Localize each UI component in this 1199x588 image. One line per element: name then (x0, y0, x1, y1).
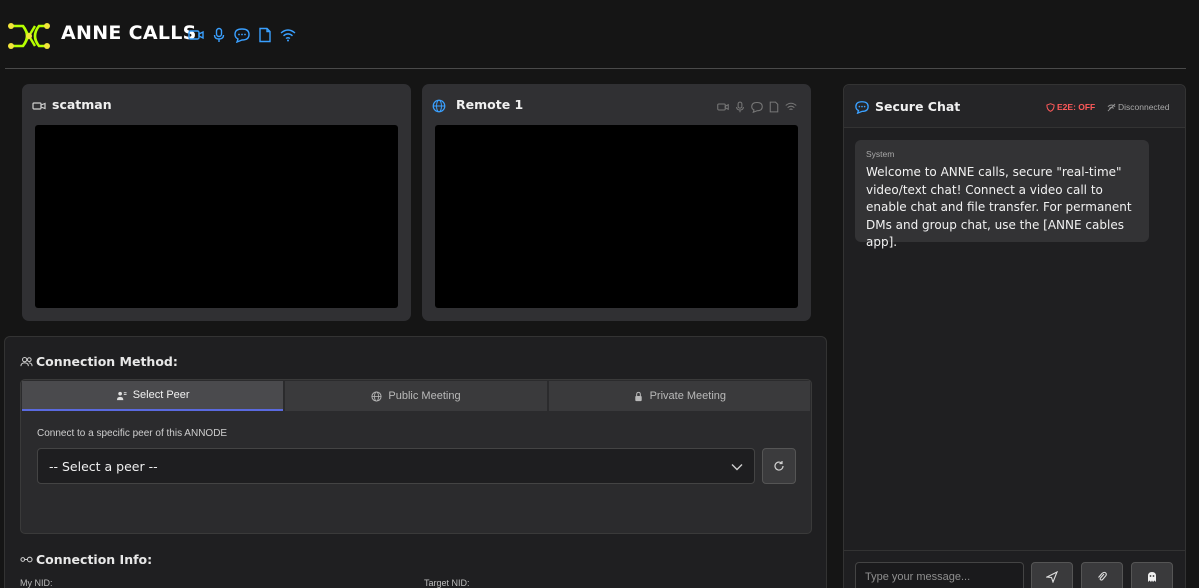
globe-icon (371, 390, 382, 402)
remote-video-name: Remote 1 (456, 97, 524, 112)
tab-select-peer[interactable]: Select Peer (22, 381, 284, 411)
users-icon (20, 356, 33, 367)
anne-logo-icon (8, 23, 50, 49)
peer-select-value: -- Select a peer -- (49, 458, 158, 474)
video-icon (717, 100, 729, 112)
header-feature-icons (188, 27, 296, 44)
connection-panel: Connection Method: Select Peer Public Me… (4, 336, 827, 588)
lock-icon (634, 391, 642, 401)
remote-video-card: Remote 1 (422, 84, 811, 321)
secure-chat-panel: Secure Chat E2E: OFF Disconnected System… (843, 84, 1186, 588)
e2e-label: E2E: OFF (1057, 102, 1096, 112)
send-button[interactable] (1031, 562, 1073, 588)
header-divider (5, 68, 1186, 69)
e2e-status: E2E: OFF (1046, 102, 1095, 112)
remote-status-icons (717, 100, 797, 114)
chat-footer (844, 550, 1185, 588)
chat-bubble-icon (855, 101, 869, 114)
app-title: ANNE CALLS (61, 22, 197, 44)
paperclip-icon (1098, 571, 1107, 581)
ghost-mode-button[interactable] (1131, 562, 1173, 588)
connection-status: Disconnected (1107, 102, 1170, 112)
connection-method-box: Select Peer Public Meeting Private Meeti… (20, 379, 812, 534)
file-icon (257, 27, 273, 43)
message-sender: System (866, 149, 895, 159)
app-header: ANNE CALLS (0, 0, 1199, 69)
globe-icon (432, 99, 446, 113)
shield-icon (1046, 102, 1055, 112)
file-icon (768, 100, 780, 113)
wifi-off-icon (1107, 103, 1116, 111)
tab-public-meeting[interactable]: Public Meeting (285, 381, 547, 411)
connection-tabs: Select Peer Public Meeting Private Meeti… (22, 381, 810, 411)
link-icon (20, 556, 33, 563)
local-video-card: scatman (22, 84, 411, 321)
users-icon (116, 391, 127, 400)
connection-info-label: Connection Info: (36, 552, 153, 567)
tab-label: Select Peer (132, 389, 190, 401)
my-nid-label: My NID: (20, 578, 53, 588)
peer-select[interactable]: -- Select a peer -- (37, 448, 755, 484)
microphone-icon (734, 100, 746, 113)
chat-title: Secure Chat (875, 99, 961, 114)
message-text: Welcome to ANNE calls, secure "real-time… (866, 165, 1132, 249)
select-peer-hint: Connect to a specific peer of this ANNOD… (37, 428, 228, 439)
status-label: Disconnected (1118, 102, 1170, 112)
microphone-icon (211, 27, 227, 43)
user-camera-icon (32, 102, 46, 110)
target-nid-label: Target NID: (424, 578, 470, 588)
chat-bubble-icon (234, 27, 250, 44)
chat-bubble-icon (751, 100, 763, 114)
local-video-name: scatman (52, 97, 112, 112)
chevron-down-icon (731, 464, 743, 471)
remote-video-feed (435, 125, 798, 308)
tab-private-meeting[interactable]: Private Meeting (548, 381, 810, 411)
chat-header: Secure Chat E2E: OFF Disconnected (844, 85, 1185, 128)
wifi-icon (280, 27, 296, 43)
refresh-icon (774, 461, 784, 471)
send-icon (1046, 571, 1058, 583)
attach-file-button[interactable] (1081, 562, 1123, 588)
tab-label: Public Meeting (388, 390, 461, 402)
chat-message: System Welcome to ANNE calls, secure "re… (855, 140, 1149, 249)
message-input[interactable] (855, 562, 1024, 588)
video-icon (188, 27, 204, 43)
wifi-icon (785, 100, 797, 112)
tab-label: Private Meeting (649, 390, 727, 402)
local-video-feed (35, 125, 398, 308)
connection-method-label: Connection Method: (36, 354, 178, 369)
refresh-peers-button[interactable] (762, 448, 796, 484)
ghost-icon (1148, 572, 1156, 582)
